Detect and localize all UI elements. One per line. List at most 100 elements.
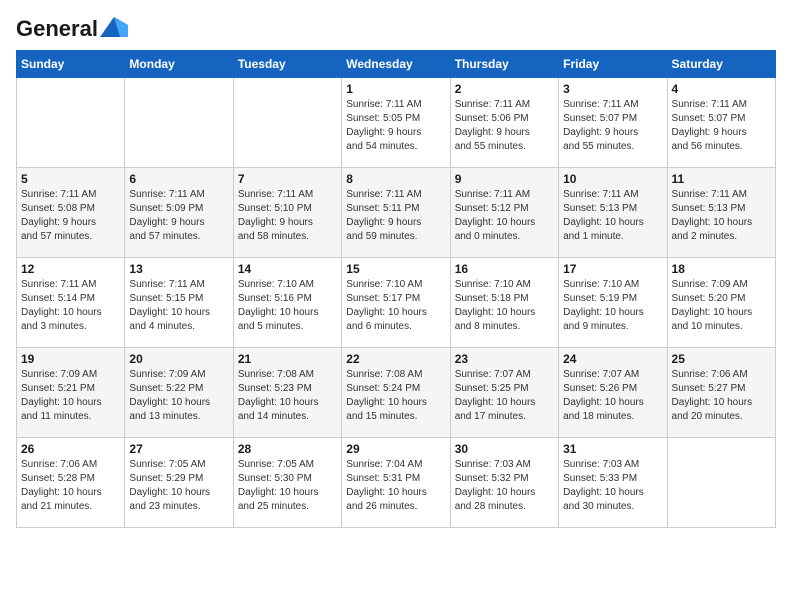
day-number: 17: [563, 262, 662, 276]
day-info: Sunrise: 7:06 AM Sunset: 5:28 PM Dayligh…: [21, 458, 120, 514]
calendar-cell: 24Sunrise: 7:07 AM Sunset: 5:26 PM Dayli…: [559, 348, 667, 438]
day-number: 20: [129, 352, 228, 366]
calendar-header: SundayMondayTuesdayWednesdayThursdayFrid…: [17, 51, 776, 78]
calendar-cell: 21Sunrise: 7:08 AM Sunset: 5:23 PM Dayli…: [233, 348, 341, 438]
day-info: Sunrise: 7:10 AM Sunset: 5:16 PM Dayligh…: [238, 278, 337, 334]
calendar-cell: 3 Sunrise: 7:11 AM Sunset: 5:07 PM Daylig…: [559, 78, 667, 168]
calendar-cell: 22 Sunrise: 7:08 AM Sunset: 5:24 PM Dayli…: [342, 348, 450, 438]
logo-general: General: [16, 16, 98, 42]
day-number: 16: [455, 262, 554, 276]
day-info: Sunrise: 7:07 AM Sunset: 5:25 PM Dayligh…: [455, 368, 554, 424]
calendar-cell: 10 Sunrise: 7:11 AM Sunset: 5:13 PM Dayli…: [559, 168, 667, 258]
calendar-cell: [233, 78, 341, 168]
day-number: 4: [672, 82, 771, 96]
day-number: 29: [346, 442, 445, 456]
day-info: Sunrise: 7:11 AM Sunset: 5:05 PM Dayligh…: [346, 98, 445, 154]
day-number: 27: [129, 442, 228, 456]
calendar-cell: 12 Sunrise: 7:11 AM Sunset: 5:14 PM Dayli…: [17, 258, 125, 348]
day-number: 24: [563, 352, 662, 366]
day-info: Sunrise: 7:11 AM Sunset: 5:13 PM Dayligh…: [563, 188, 662, 244]
day-info: Sunrise: 7:10 AM Sunset: 5:19 PM Dayligh…: [563, 278, 662, 334]
day-info: Sunrise: 7:09 AM Sunset: 5:20 PM Dayligh…: [672, 278, 771, 334]
calendar-cell: 4Sunrise: 7:11 AM Sunset: 5:07 PM Daylig…: [667, 78, 775, 168]
day-number: 3: [563, 82, 662, 96]
calendar-week-4: 19Sunrise: 7:09 AM Sunset: 5:21 PM Dayli…: [17, 348, 776, 438]
calendar-cell: 8 Sunrise: 7:11 AM Sunset: 5:11 PM Daylig…: [342, 168, 450, 258]
day-info: Sunrise: 7:03 AM Sunset: 5:32 PM Dayligh…: [455, 458, 554, 514]
day-info: Sunrise: 7:11 AM Sunset: 5:14 PM Dayligh…: [21, 278, 120, 334]
calendar-cell: 27 Sunrise: 7:05 AM Sunset: 5:29 PM Dayli…: [125, 438, 233, 528]
calendar-cell: 7Sunrise: 7:11 AM Sunset: 5:10 PM Daylig…: [233, 168, 341, 258]
day-number: 11: [672, 172, 771, 186]
day-number: 18: [672, 262, 771, 276]
day-number: 22: [346, 352, 445, 366]
calendar-cell: 15 Sunrise: 7:10 AM Sunset: 5:17 PM Dayli…: [342, 258, 450, 348]
day-number: 15: [346, 262, 445, 276]
calendar-cell: 16 Sunrise: 7:10 AM Sunset: 5:18 PM Dayli…: [450, 258, 558, 348]
logo-icon: [100, 17, 128, 37]
day-number: 1: [346, 82, 445, 96]
day-number: 31: [563, 442, 662, 456]
weekday-header-tuesday: Tuesday: [233, 51, 341, 78]
day-info: Sunrise: 7:11 AM Sunset: 5:10 PM Dayligh…: [238, 188, 337, 244]
calendar-cell: [17, 78, 125, 168]
day-number: 6: [129, 172, 228, 186]
day-number: 14: [238, 262, 337, 276]
weekday-row: SundayMondayTuesdayWednesdayThursdayFrid…: [17, 51, 776, 78]
calendar-cell: 26 Sunrise: 7:06 AM Sunset: 5:28 PM Dayli…: [17, 438, 125, 528]
day-number: 12: [21, 262, 120, 276]
weekday-header-wednesday: Wednesday: [342, 51, 450, 78]
day-info: Sunrise: 7:04 AM Sunset: 5:31 PM Dayligh…: [346, 458, 445, 514]
day-info: Sunrise: 7:05 AM Sunset: 5:30 PM Dayligh…: [238, 458, 337, 514]
day-number: 26: [21, 442, 120, 456]
day-info: Sunrise: 7:03 AM Sunset: 5:33 PM Dayligh…: [563, 458, 662, 514]
calendar-cell: 25 Sunrise: 7:06 AM Sunset: 5:27 PM Dayli…: [667, 348, 775, 438]
calendar-cell: 29 Sunrise: 7:04 AM Sunset: 5:31 PM Dayli…: [342, 438, 450, 528]
day-number: 9: [455, 172, 554, 186]
day-number: 23: [455, 352, 554, 366]
day-info: Sunrise: 7:11 AM Sunset: 5:09 PM Dayligh…: [129, 188, 228, 244]
day-info: Sunrise: 7:11 AM Sunset: 5:12 PM Dayligh…: [455, 188, 554, 244]
day-info: Sunrise: 7:10 AM Sunset: 5:17 PM Dayligh…: [346, 278, 445, 334]
calendar-cell: 1 Sunrise: 7:11 AM Sunset: 5:05 PM Daylig…: [342, 78, 450, 168]
day-number: 8: [346, 172, 445, 186]
calendar-cell: 30Sunrise: 7:03 AM Sunset: 5:32 PM Dayli…: [450, 438, 558, 528]
day-number: 21: [238, 352, 337, 366]
calendar-cell: 18 Sunrise: 7:09 AM Sunset: 5:20 PM Dayli…: [667, 258, 775, 348]
day-info: Sunrise: 7:08 AM Sunset: 5:24 PM Dayligh…: [346, 368, 445, 424]
calendar-cell: [667, 438, 775, 528]
weekday-header-thursday: Thursday: [450, 51, 558, 78]
day-number: 10: [563, 172, 662, 186]
logo: General: [16, 16, 128, 38]
day-info: Sunrise: 7:11 AM Sunset: 5:13 PM Dayligh…: [672, 188, 771, 244]
calendar-cell: 6 Sunrise: 7:11 AM Sunset: 5:09 PM Daylig…: [125, 168, 233, 258]
day-number: 25: [672, 352, 771, 366]
weekday-header-friday: Friday: [559, 51, 667, 78]
calendar-cell: [125, 78, 233, 168]
day-info: Sunrise: 7:06 AM Sunset: 5:27 PM Dayligh…: [672, 368, 771, 424]
calendar-cell: 20Sunrise: 7:09 AM Sunset: 5:22 PM Dayli…: [125, 348, 233, 438]
calendar-cell: 9 Sunrise: 7:11 AM Sunset: 5:12 PM Daylig…: [450, 168, 558, 258]
calendar-cell: 31 Sunrise: 7:03 AM Sunset: 5:33 PM Dayli…: [559, 438, 667, 528]
day-number: 19: [21, 352, 120, 366]
calendar-body: 1 Sunrise: 7:11 AM Sunset: 5:05 PM Daylig…: [17, 78, 776, 528]
day-info: Sunrise: 7:11 AM Sunset: 5:08 PM Dayligh…: [21, 188, 120, 244]
day-number: 13: [129, 262, 228, 276]
day-info: Sunrise: 7:10 AM Sunset: 5:18 PM Dayligh…: [455, 278, 554, 334]
calendar-week-3: 12 Sunrise: 7:11 AM Sunset: 5:14 PM Dayli…: [17, 258, 776, 348]
calendar-cell: 2 Sunrise: 7:11 AM Sunset: 5:06 PM Daylig…: [450, 78, 558, 168]
day-info: Sunrise: 7:11 AM Sunset: 5:07 PM Dayligh…: [563, 98, 662, 154]
calendar-week-5: 26 Sunrise: 7:06 AM Sunset: 5:28 PM Dayli…: [17, 438, 776, 528]
calendar-cell: 23 Sunrise: 7:07 AM Sunset: 5:25 PM Dayli…: [450, 348, 558, 438]
day-info: Sunrise: 7:11 AM Sunset: 5:11 PM Dayligh…: [346, 188, 445, 244]
day-info: Sunrise: 7:05 AM Sunset: 5:29 PM Dayligh…: [129, 458, 228, 514]
calendar-cell: 28 Sunrise: 7:05 AM Sunset: 5:30 PM Dayli…: [233, 438, 341, 528]
day-number: 28: [238, 442, 337, 456]
weekday-header-monday: Monday: [125, 51, 233, 78]
day-info: Sunrise: 7:11 AM Sunset: 5:06 PM Dayligh…: [455, 98, 554, 154]
calendar-cell: 5Sunrise: 7:11 AM Sunset: 5:08 PM Daylig…: [17, 168, 125, 258]
day-number: 2: [455, 82, 554, 96]
calendar-cell: 13Sunrise: 7:11 AM Sunset: 5:15 PM Dayli…: [125, 258, 233, 348]
calendar-cell: 17 Sunrise: 7:10 AM Sunset: 5:19 PM Dayli…: [559, 258, 667, 348]
calendar-cell: 19Sunrise: 7:09 AM Sunset: 5:21 PM Dayli…: [17, 348, 125, 438]
